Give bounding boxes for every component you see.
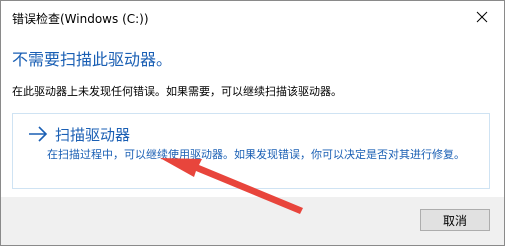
title-bar: 错误检查(Windows (C:)) bbox=[1, 1, 504, 33]
right-arrow-icon bbox=[29, 126, 48, 142]
close-button[interactable] bbox=[460, 1, 504, 33]
dialog-footer: 取消 bbox=[1, 197, 504, 245]
cancel-button[interactable]: 取消 bbox=[420, 209, 490, 231]
scan-drive-option[interactable]: 扫描驱动器 在扫描过程中，可以继续使用驱动器。如果发现错误，你可以决定是否对其进… bbox=[12, 113, 490, 189]
close-icon bbox=[476, 11, 488, 23]
scan-drive-title: 扫描驱动器 bbox=[55, 126, 131, 144]
scan-drive-description: 在扫描过程中，可以继续使用驱动器。如果发现错误，你可以决定是否对其进行修复。 bbox=[47, 148, 465, 161]
error-check-dialog: 错误检查(Windows (C:)) 不需要扫描此驱动器。 在此驱动器上未发现任… bbox=[0, 0, 505, 246]
dialog-description: 在此驱动器上未发现任何错误。如果需要，可以继续扫描该驱动器。 bbox=[12, 85, 342, 98]
window-title: 错误检查(Windows (C:)) bbox=[12, 12, 149, 26]
dialog-heading: 不需要扫描此驱动器。 bbox=[12, 50, 173, 69]
